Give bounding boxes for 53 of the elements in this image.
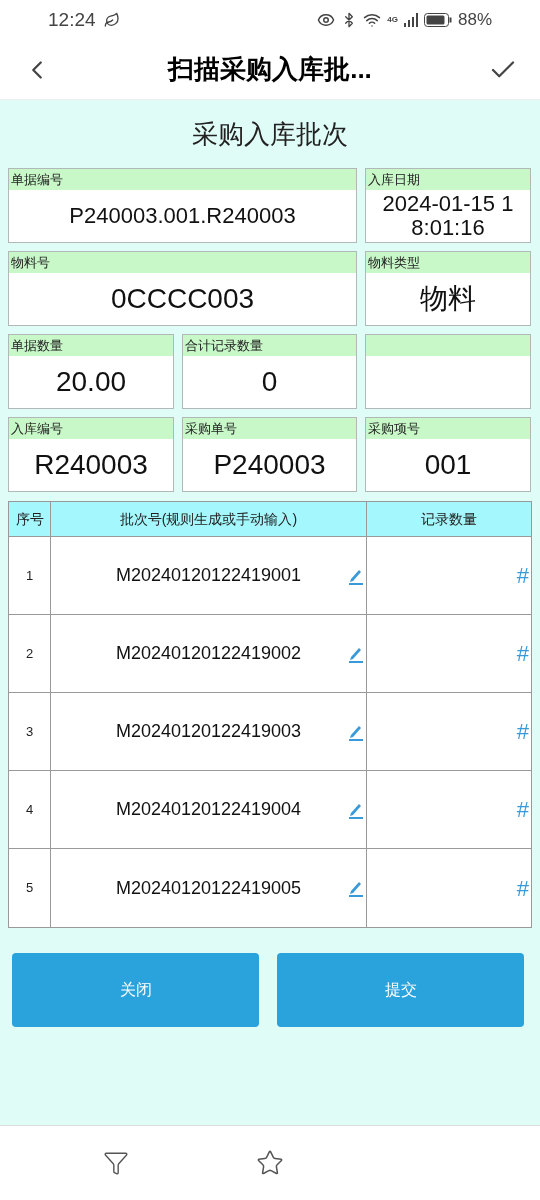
field-label: 采购项号 xyxy=(368,422,420,435)
field-label: 入库编号 xyxy=(11,422,63,435)
count-input-icon[interactable]: # xyxy=(516,637,529,670)
eye-icon xyxy=(317,11,336,29)
submit-button[interactable]: 提交 xyxy=(277,953,524,1027)
batch-number: M20240120122419004 xyxy=(115,798,302,821)
field-value: P240003.001.R240003 xyxy=(69,204,296,228)
row-number: 3 xyxy=(25,722,34,741)
battery-icon xyxy=(423,13,452,27)
batch-number: M20240120122419003 xyxy=(115,720,302,743)
field-label: 入库日期 xyxy=(368,173,420,186)
column-header: 序号 xyxy=(9,502,51,536)
field-label: 单据编号 xyxy=(11,173,63,186)
field-value: 0 xyxy=(261,367,278,397)
battery-level: 88% xyxy=(457,9,492,32)
column-header: 记录数量 xyxy=(420,509,478,529)
count-input-icon[interactable]: # xyxy=(516,793,529,826)
edit-icon[interactable] xyxy=(348,879,364,897)
form-title: 采购入库批次 xyxy=(192,117,348,151)
field-value: 物料 xyxy=(420,284,476,314)
row-number: 5 xyxy=(25,879,34,898)
field-value: 001 xyxy=(424,450,472,480)
signal-icon xyxy=(403,13,418,27)
field-label: 物料号 xyxy=(11,256,50,269)
count-input-icon[interactable]: # xyxy=(516,715,529,748)
field-value: 20.00 xyxy=(55,367,127,397)
star-icon xyxy=(256,1149,284,1177)
field-value: R240003 xyxy=(34,450,148,480)
field-value: P240003 xyxy=(213,450,326,480)
leaf-icon xyxy=(103,12,120,28)
row-number: 2 xyxy=(25,644,34,663)
network-type: 4G xyxy=(387,14,398,26)
close-button[interactable]: 关闭 xyxy=(12,953,259,1027)
field-value: 2024-01-15 18:01:16 xyxy=(381,192,515,240)
field-label: 合计记录数量 xyxy=(185,339,263,352)
wifi-icon xyxy=(363,11,382,29)
filter-icon xyxy=(103,1150,130,1176)
filter-button[interactable] xyxy=(103,1150,130,1176)
favorite-button[interactable] xyxy=(256,1149,284,1177)
clock-time: 12:24 xyxy=(48,7,96,32)
batch-number: M20240120122419001 xyxy=(115,564,302,587)
count-input-icon[interactable]: # xyxy=(516,871,529,905)
row-number: 1 xyxy=(25,566,34,585)
page-title: 扫描采购入库批... xyxy=(168,53,372,86)
column-header: 批次号(规则生成或手动输入) xyxy=(51,502,367,536)
batch-number: M20240120122419002 xyxy=(115,642,302,665)
row-number: 4 xyxy=(25,800,34,819)
field-label: 物料类型 xyxy=(368,256,420,269)
batch-number: M20240120122419005 xyxy=(115,876,302,900)
field-label: 单据数量 xyxy=(11,339,63,352)
count-input-icon[interactable]: # xyxy=(516,559,529,592)
field-label: 采购单号 xyxy=(185,422,237,435)
field-value: 0CCCC003 xyxy=(110,284,255,314)
